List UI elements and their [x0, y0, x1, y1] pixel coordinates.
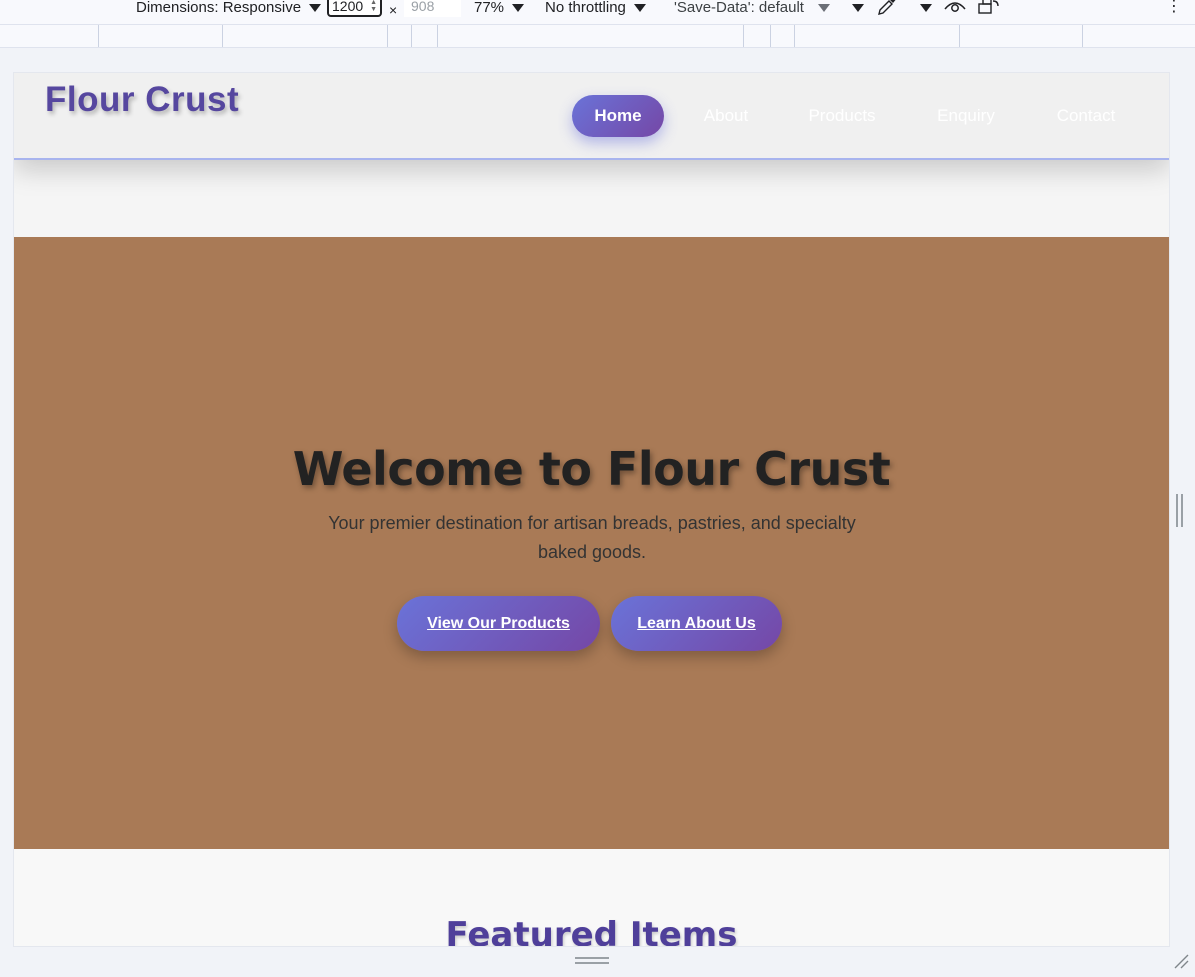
- spinner-icon[interactable]: ▲ ▼: [370, 0, 377, 13]
- chevron-down-icon: [309, 4, 322, 13]
- chevron-down-icon: [920, 4, 932, 13]
- height-placeholder: 908: [411, 0, 435, 14]
- featured-section: Featured Items: [14, 849, 1169, 946]
- save-data-label: 'Save-Data': default: [674, 0, 804, 16]
- width-value: 1200: [332, 0, 364, 14]
- nav-about-link[interactable]: About: [684, 95, 768, 137]
- ruler-tick: [794, 25, 795, 47]
- handle-line: [1176, 494, 1178, 527]
- bottom-resize-handle[interactable]: [575, 957, 609, 965]
- media-query-ruler[interactable]: [0, 25, 1195, 48]
- dimensions-dropdown[interactable]: Dimensions: Responsive: [136, 0, 322, 18]
- corner-resize-icon[interactable]: [1172, 952, 1190, 970]
- ruler-tick: [959, 25, 960, 47]
- ruler-tick: [770, 25, 771, 47]
- throttling-dropdown[interactable]: No throttling: [545, 0, 646, 18]
- throttling-label: No throttling: [545, 0, 626, 16]
- featured-title: Featured Items: [445, 915, 738, 946]
- dimensions-label: Dimensions: Responsive: [136, 0, 302, 16]
- ruler-tick: [411, 25, 412, 47]
- learn-about-button[interactable]: Learn About Us: [611, 596, 782, 651]
- nav-contact-link[interactable]: Contact: [1039, 95, 1133, 137]
- hero-section: Welcome to Flour Crust Your premier dest…: [14, 237, 1169, 849]
- hero-title: Welcome to Flour Crust: [292, 442, 891, 496]
- handle-line: [1181, 494, 1183, 527]
- ruler-tick: [222, 25, 223, 47]
- devtools-device-toolbar: Dimensions: Responsive 1200 ▲ ▼ × 908 77%…: [0, 0, 1195, 25]
- eyedropper-dropdown[interactable]: [912, 0, 932, 18]
- ruler-tick: [437, 25, 438, 47]
- nav-home-link[interactable]: Home: [572, 95, 664, 137]
- ruler-tick: [387, 25, 388, 47]
- right-resize-handle[interactable]: [1175, 494, 1185, 527]
- times-sign: ×: [389, 2, 398, 18]
- vision-deficiency-icon[interactable]: [944, 0, 966, 15]
- chevron-down-icon: [512, 4, 525, 13]
- eyedropper-icon[interactable]: [876, 0, 898, 15]
- height-input[interactable]: 908: [404, 0, 461, 17]
- emulated-viewport: Flour Crust Home About Products Enquiry …: [14, 73, 1169, 946]
- chevron-down-icon: [633, 4, 646, 13]
- save-data-dropdown[interactable]: 'Save-Data': default: [674, 0, 864, 18]
- site-header: Flour Crust Home About Products Enquiry …: [14, 73, 1169, 160]
- more-options-icon[interactable]: ⋮: [1166, 0, 1182, 18]
- view-products-button[interactable]: View Our Products: [397, 596, 600, 651]
- zoom-label: 77%: [474, 0, 505, 16]
- hero-subtitle: Your premier destination for artisan bre…: [328, 513, 856, 562]
- chevron-down-icon: [817, 4, 830, 13]
- nav-enquiry-link[interactable]: Enquiry: [919, 95, 1013, 137]
- width-input[interactable]: 1200 ▲ ▼: [327, 0, 382, 17]
- ruler-tick: [743, 25, 744, 47]
- ruler-tick: [98, 25, 99, 47]
- handle-line: [575, 957, 609, 959]
- ruler-tick: [1082, 25, 1083, 47]
- chevron-down-icon: [851, 4, 864, 13]
- rotate-icon[interactable]: [978, 0, 1000, 15]
- nav-products-link[interactable]: Products: [792, 95, 892, 137]
- site-logo[interactable]: Flour Crust: [45, 80, 239, 120]
- zoom-dropdown[interactable]: 77%: [474, 0, 525, 18]
- handle-line: [575, 962, 609, 964]
